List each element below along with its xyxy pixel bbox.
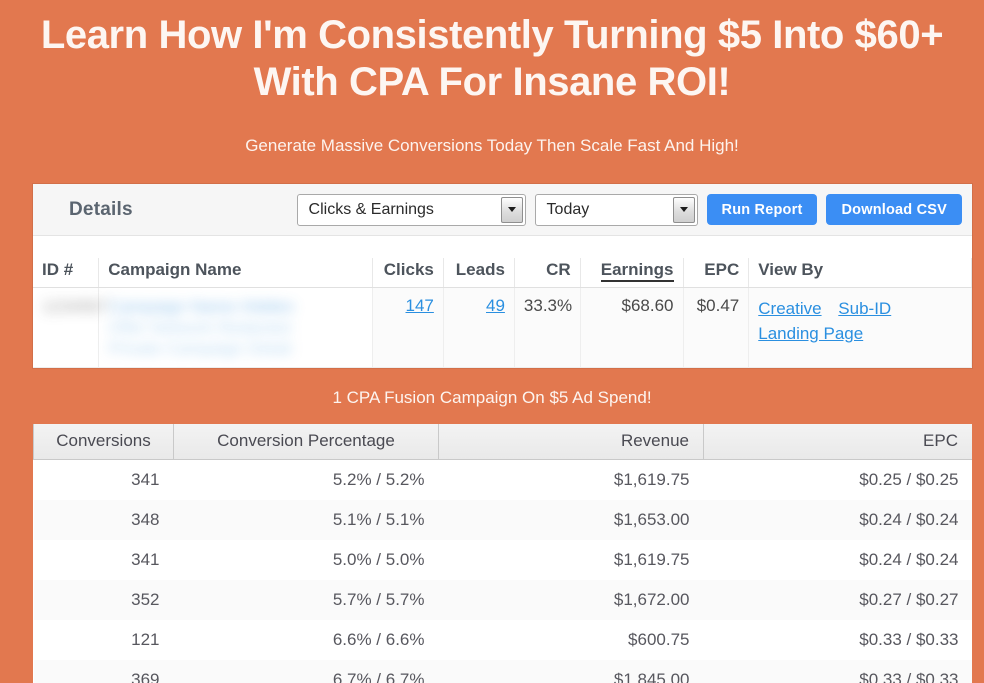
- cell-view-by: Creative Sub-ID Landing Page: [748, 287, 972, 368]
- download-csv-button[interactable]: Download CSV: [826, 194, 962, 225]
- table-row: 341 5.0% / 5.0% $1,619.75 $0.24 / $0.24: [33, 540, 972, 580]
- cell-conversion-percentage: 6.6% / 6.6%: [173, 620, 439, 660]
- leads-link[interactable]: 49: [486, 296, 505, 315]
- cell-epc: $0.33 / $0.33: [703, 620, 972, 660]
- cell-conversions: 341: [33, 540, 174, 580]
- cell-revenue: $1,845.00: [438, 660, 704, 683]
- cell-epc: $0.25 / $0.25: [703, 459, 972, 500]
- sales-page: Learn How I'm Consistently Turning $5 In…: [0, 0, 984, 683]
- cell-epc: $0.24 / $0.24: [703, 500, 972, 540]
- view-by-landing-page-link[interactable]: Landing Page: [758, 324, 863, 343]
- col-header-earnings-label: Earnings: [600, 260, 674, 282]
- cell-cr: 33.3%: [514, 287, 581, 368]
- metric-select-value: Clicks & Earnings: [308, 200, 434, 218]
- cell-campaign-id: 1234567: [33, 287, 109, 368]
- date-range-select[interactable]: Today: [534, 193, 698, 226]
- cell-revenue: $1,672.00: [438, 580, 704, 620]
- cell-earnings: $68.60: [580, 287, 684, 368]
- cell-revenue: $600.75: [438, 620, 704, 660]
- page-title: Learn How I'm Consistently Turning $5 In…: [40, 13, 944, 104]
- col-header-id[interactable]: ID #: [33, 258, 100, 288]
- table-row: 341 5.2% / 5.2% $1,619.75 $0.25 / $0.25: [33, 459, 972, 500]
- col-header-campaign-name[interactable]: Campaign Name: [98, 258, 373, 288]
- cell-epc: $0.24 / $0.24: [703, 540, 972, 580]
- stats-table-container: Conversions Conversion Percentage Revenu…: [33, 424, 972, 683]
- cell-revenue: $1,619.75: [438, 459, 704, 500]
- date-range-select-value: Today: [546, 200, 590, 218]
- col-header-epc[interactable]: EPC: [683, 258, 750, 288]
- campaign-table-header-row: ID # Campaign Name Clicks Leads CR Earni…: [33, 258, 972, 288]
- chevron-down-icon[interactable]: [500, 196, 523, 223]
- cell-epc: $0.33 / $0.33: [703, 660, 972, 683]
- cell-conversions: 341: [33, 459, 174, 500]
- cell-conversion-percentage: 5.7% / 5.7%: [173, 580, 439, 620]
- cell-conversions: 369: [33, 660, 174, 683]
- col-header-revenue[interactable]: Revenue: [438, 424, 704, 460]
- campaign-table: ID # Campaign Name Clicks Leads CR Earni…: [33, 258, 972, 368]
- view-by-creative-link[interactable]: Creative: [758, 299, 821, 318]
- stats-header-row: Conversions Conversion Percentage Revenu…: [33, 424, 972, 460]
- table-row: 348 5.1% / 5.1% $1,653.00 $0.24 / $0.24: [33, 500, 972, 540]
- stats-table-body: 341 5.2% / 5.2% $1,619.75 $0.25 / $0.25 348 5…: [33, 459, 972, 683]
- clicks-link[interactable]: 147: [406, 296, 434, 315]
- cell-campaign-name: Campaign Name Hidden Offer Network Redac…: [98, 287, 373, 368]
- page-subtitle: Generate Massive Conversions Today Then …: [245, 136, 739, 155]
- cell-conversions: 121: [33, 620, 174, 660]
- affiliate-dashboard-panel: Details Clicks & Earnings Today Run Repo…: [33, 184, 972, 368]
- cell-epc: $0.27 / $0.27: [703, 580, 972, 620]
- col-header-conversions[interactable]: Conversions: [33, 424, 174, 460]
- toolbar-controls: Clicks & Earnings Today Run Report Downl…: [296, 193, 962, 226]
- chevron-down-icon[interactable]: [672, 196, 695, 223]
- stats-table: Conversions Conversion Percentage Revenu…: [33, 424, 972, 683]
- dashboard-toolbar: Details Clicks & Earnings Today Run Repo…: [33, 184, 972, 236]
- col-header-conversion-percentage[interactable]: Conversion Percentage: [173, 424, 439, 460]
- cell-conversions: 348: [33, 500, 174, 540]
- cell-conversion-percentage: 5.0% / 5.0%: [173, 540, 439, 580]
- campaign-table-container: ID # Campaign Name Clicks Leads CR Earni…: [33, 236, 972, 368]
- cell-conversion-percentage: 6.7% / 6.7%: [173, 660, 439, 683]
- table-row: 352 5.7% / 5.7% $1,672.00 $0.27 / $0.27: [33, 580, 972, 620]
- col-header-earnings[interactable]: Earnings: [580, 258, 684, 288]
- cell-conversions: 352: [33, 580, 174, 620]
- metric-select[interactable]: Clicks & Earnings: [296, 193, 526, 226]
- dashboard-title: Details: [69, 198, 133, 220]
- table-row: 121 6.6% / 6.6% $600.75 $0.33 / $0.33: [33, 620, 972, 660]
- cell-epc: $0.47: [683, 287, 750, 368]
- run-report-button[interactable]: Run Report: [706, 194, 818, 225]
- col-header-leads[interactable]: Leads: [443, 258, 515, 288]
- cell-clicks: 147: [372, 287, 444, 368]
- col-header-cr[interactable]: CR: [514, 258, 581, 288]
- cell-revenue: $1,653.00: [438, 500, 704, 540]
- cell-conversion-percentage: 5.2% / 5.2%: [173, 459, 439, 500]
- redacted-campaign-name: Campaign Name Hidden Offer Network Redac…: [108, 297, 295, 358]
- col-header-epc[interactable]: EPC: [703, 424, 972, 460]
- stats-caption: 1 CPA Fusion Campaign On $5 Ad Spend!: [332, 388, 652, 407]
- table-row: 1234567 Campaign Name Hidden Offer Netwo…: [33, 287, 972, 368]
- cell-leads: 49: [443, 287, 515, 368]
- view-by-sub-id-link[interactable]: Sub-ID: [838, 299, 891, 318]
- table-row: 369 6.7% / 6.7% $1,845.00 $0.33 / $0.33: [33, 660, 972, 683]
- col-header-clicks[interactable]: Clicks: [372, 258, 444, 288]
- redacted-campaign-id: 1234567: [42, 297, 109, 316]
- cell-revenue: $1,619.75: [438, 540, 704, 580]
- cell-conversion-percentage: 5.1% / 5.1%: [173, 500, 439, 540]
- col-header-view-by: View By: [748, 258, 972, 288]
